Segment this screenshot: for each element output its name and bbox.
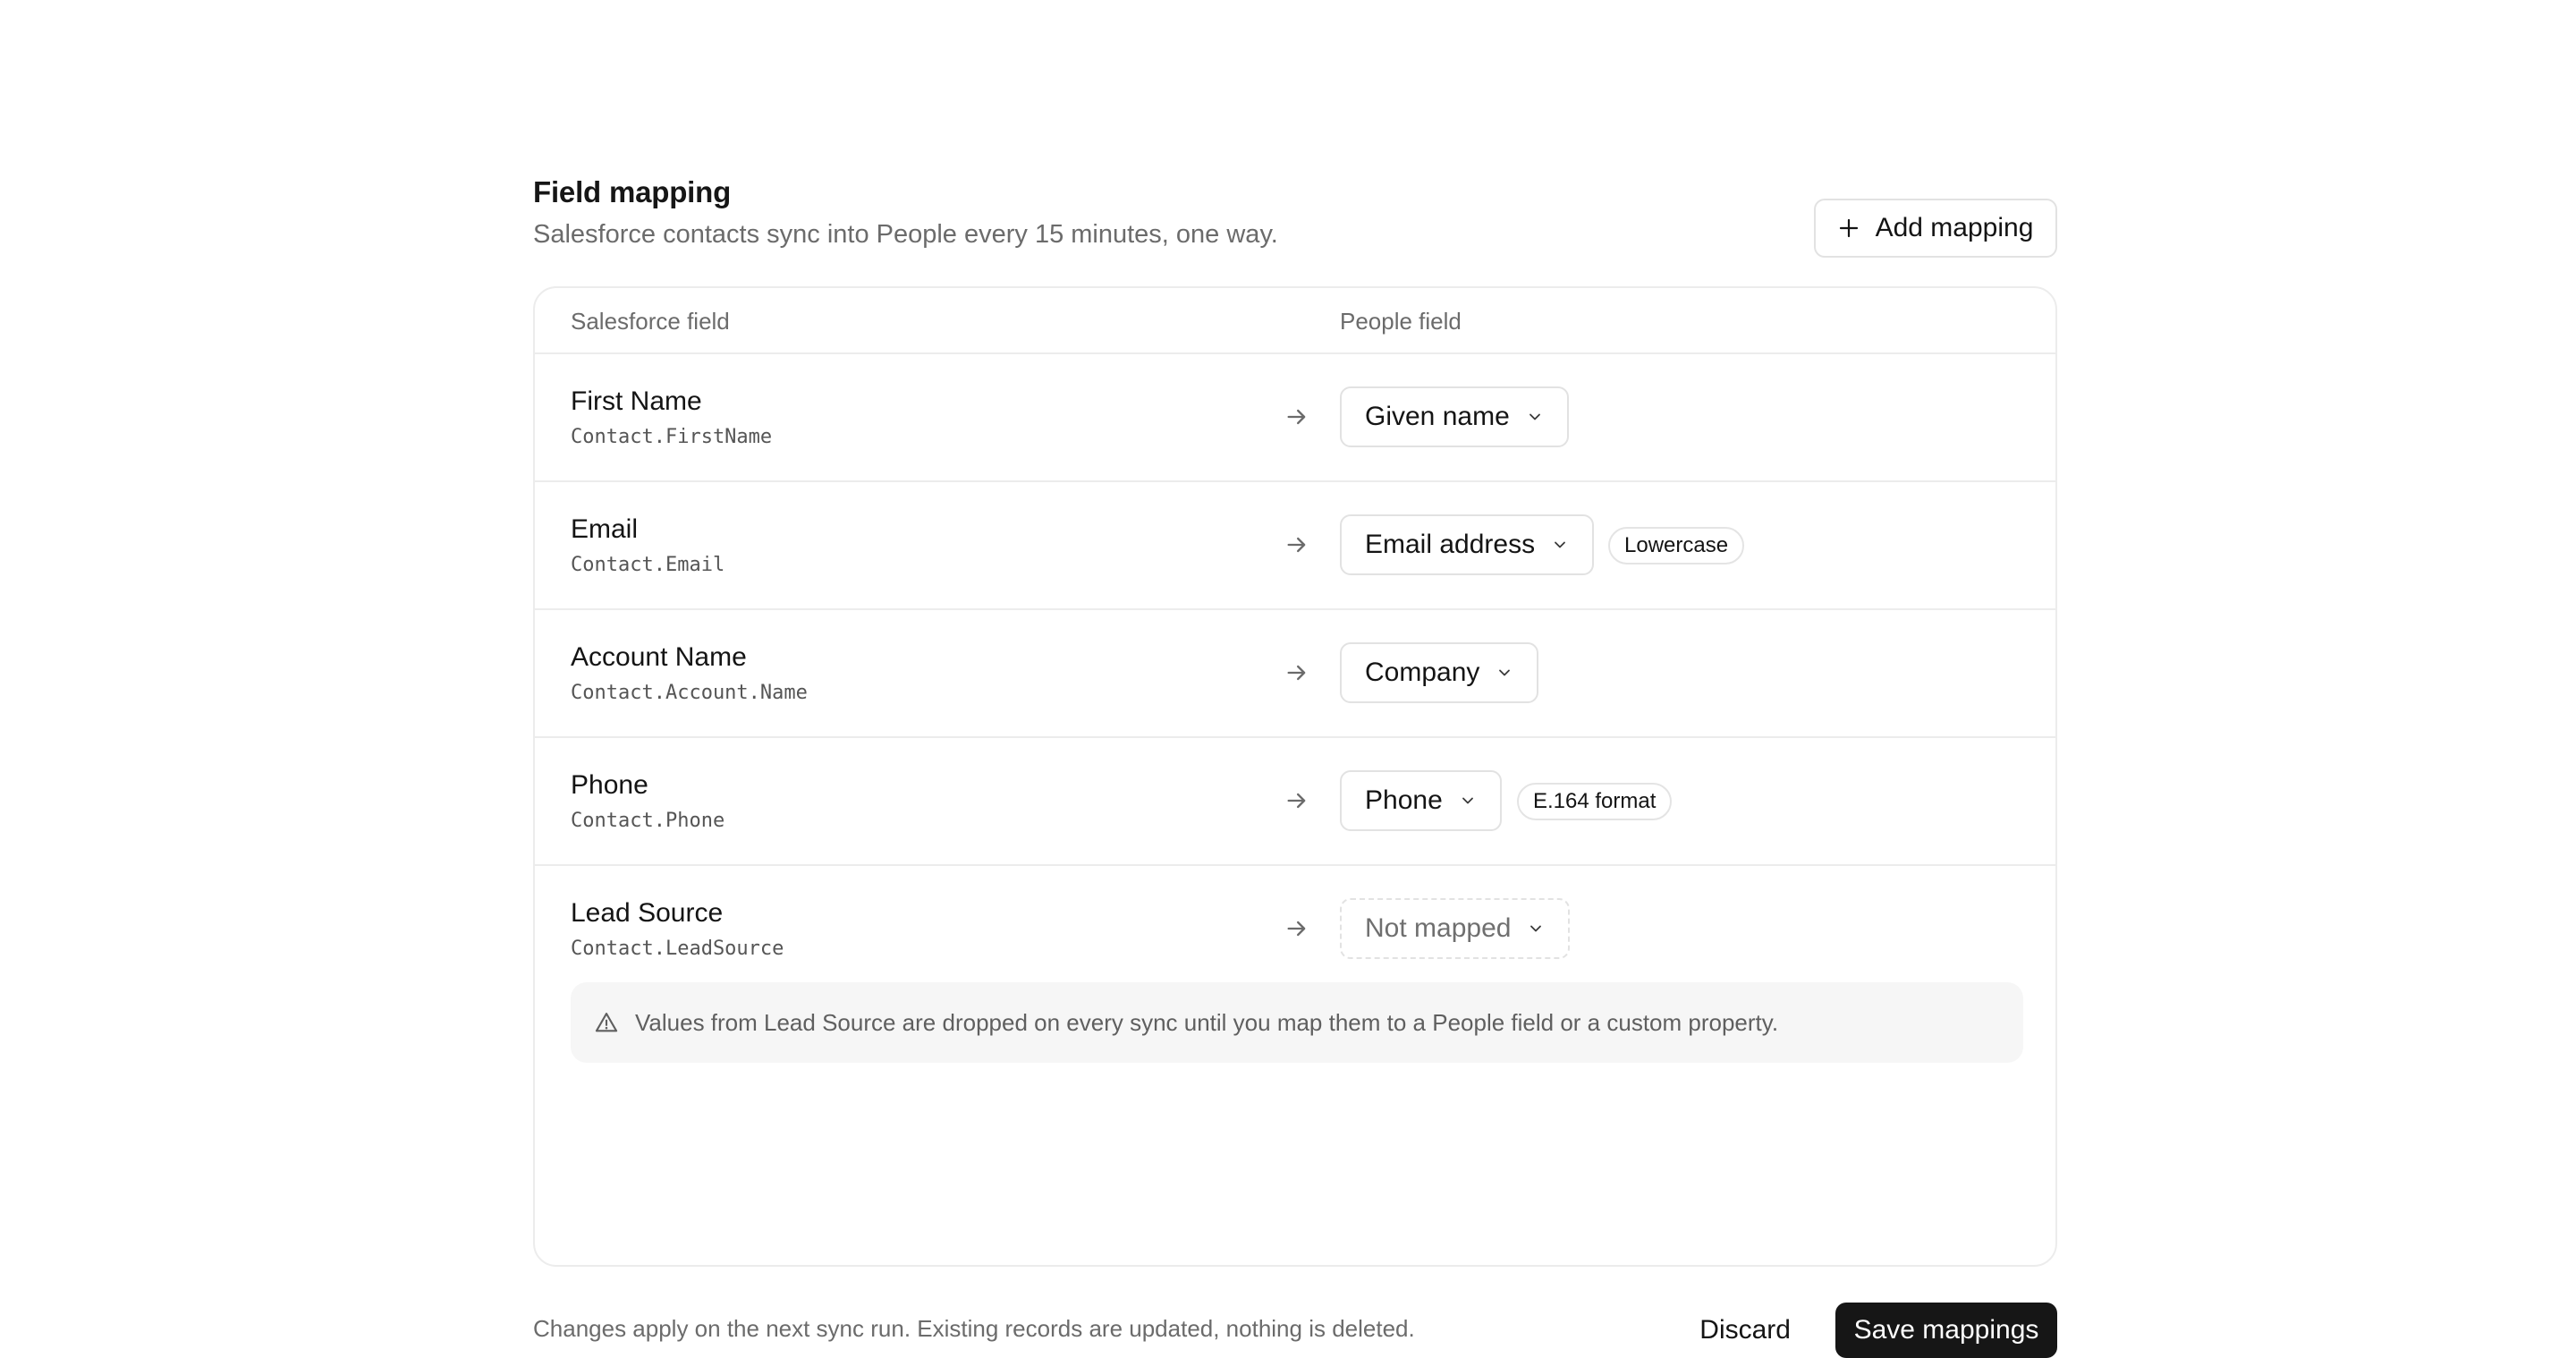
page-title: Field mapping — [533, 175, 732, 208]
plus-icon — [1839, 218, 1858, 238]
table-row: Phone Contact.Phone Phone E.164 format — [535, 738, 2055, 866]
arrow-right-icon — [1287, 537, 1306, 553]
transform-badge: Lowercase — [1608, 527, 1745, 564]
salesforce-field-label: Account Name — [571, 642, 747, 672]
chevron-down-icon — [1530, 925, 1542, 932]
arrow-right-icon — [1287, 665, 1306, 681]
salesforce-field-label: First Name — [571, 386, 702, 416]
salesforce-field-api: Contact.Phone — [571, 810, 725, 832]
selected-value: Given name — [1365, 402, 1510, 431]
people-field-select[interactable]: Phone — [1340, 770, 1502, 831]
table-row: Email Contact.Email Email address Lowerc… — [535, 482, 2055, 610]
selected-value: Not mapped — [1365, 913, 1512, 943]
arrow-right-icon — [1287, 409, 1306, 425]
people-field-select[interactable]: Company — [1340, 642, 1539, 703]
page-subtitle: Salesforce contacts sync into People eve… — [533, 220, 1278, 249]
people-field-select[interactable]: Given name — [1340, 386, 1569, 447]
selected-value: Email address — [1365, 530, 1536, 559]
column-header-people: People field — [1340, 308, 1462, 335]
salesforce-field-label: Email — [571, 514, 639, 544]
chevron-down-icon — [1555, 541, 1565, 548]
transform-badge: E.164 format — [1517, 783, 1673, 820]
warning-triangle-icon — [595, 1013, 618, 1032]
selected-value: Phone — [1365, 785, 1443, 815]
table-row: Lead Source Contact.LeadSource Not mappe… — [535, 866, 2055, 984]
mapping-table: Salesforce field People field First Name… — [533, 286, 2057, 1267]
selected-value: Company — [1365, 658, 1480, 687]
footer-note: Changes apply on the next sync run. Exis… — [533, 1315, 1415, 1342]
unmapped-warning: Values from Lead Source are dropped on e… — [571, 982, 2023, 1063]
salesforce-field-api: Contact.Account.Name — [571, 682, 808, 704]
add-mapping-label: Add mapping — [1875, 213, 2034, 242]
chevron-down-icon — [1462, 797, 1473, 804]
warning-text: Values from Lead Source are dropped on e… — [635, 1008, 1779, 1036]
people-field-select[interactable]: Not mapped — [1340, 898, 1571, 959]
salesforce-field-api: Contact.Email — [571, 554, 725, 576]
arrow-right-icon — [1287, 793, 1306, 809]
salesforce-field-label: Lead Source — [571, 898, 724, 928]
salesforce-field-api: Contact.FirstName — [571, 426, 773, 448]
add-mapping-button[interactable]: Add mapping — [1814, 199, 2057, 258]
table-row: First Name Contact.FirstName Given name — [535, 354, 2055, 482]
field-mapping-panel: Field mapping Salesforce contacts sync i… — [533, 175, 2057, 1358]
chevron-down-icon — [1529, 413, 1540, 420]
arrow-right-icon — [1287, 921, 1306, 937]
table-header: Salesforce field People field — [535, 288, 2055, 354]
discard-button[interactable]: Discard — [1689, 1308, 1801, 1353]
column-header-salesforce: Salesforce field — [571, 308, 730, 335]
save-mappings-button[interactable]: Save mappings — [1835, 1303, 2057, 1358]
panel-header: Field mapping Salesforce contacts sync i… — [533, 175, 2057, 286]
salesforce-field-label: Phone — [571, 770, 648, 800]
chevron-down-icon — [1499, 669, 1511, 676]
salesforce-field-api: Contact.LeadSource — [571, 938, 784, 960]
people-field-select[interactable]: Email address — [1340, 514, 1595, 575]
panel-footer: Changes apply on the next sync run. Exis… — [533, 1303, 2057, 1358]
table-row: Account Name Contact.Account.Name Compan… — [535, 610, 2055, 738]
